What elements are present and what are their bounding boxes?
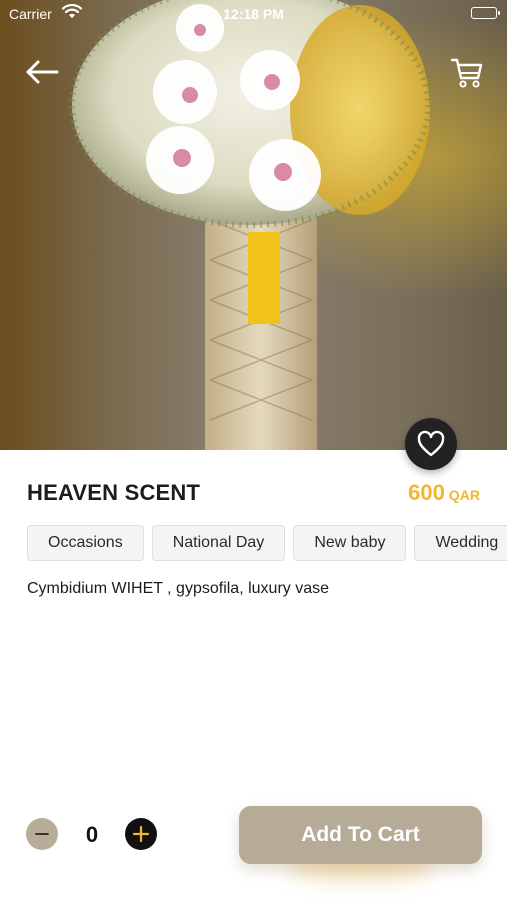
tag-national-day[interactable]: National Day [151,525,286,561]
back-button[interactable] [22,56,62,88]
product-price: 600 QAR [408,480,480,506]
favorite-button[interactable] [405,418,457,470]
product-image [0,0,507,450]
flower-arrangement-illustration [69,0,431,450]
decrease-quantity-button[interactable] [26,818,58,850]
price-amount: 600 [408,480,445,505]
tag-new-baby[interactable]: New baby [293,525,407,561]
status-time: 12:18 PM [223,6,284,22]
status-bar: Carrier 12:18 PM [0,0,507,28]
price-currency: QAR [448,487,480,503]
category-tags: Occasions National Day New baby Wedding [27,525,507,561]
add-to-cart-button[interactable]: Add To Cart [239,806,482,864]
arrow-left-icon [26,60,59,84]
product-title: HEAVEN SCENT [27,480,201,505]
increase-quantity-button[interactable] [125,818,157,850]
heart-icon [417,430,445,457]
battery-icon [471,7,500,19]
plus-icon [132,825,150,843]
shopping-cart-icon [450,58,483,88]
quantity-value: 0 [85,822,99,847]
tag-occasions[interactable]: Occasions [27,525,144,561]
cart-button[interactable] [449,54,485,90]
product-description: Cymbidium WIHET , gypsofila, luxury vase [27,580,330,597]
minus-icon [35,833,49,835]
tag-wedding[interactable]: Wedding [414,525,507,561]
